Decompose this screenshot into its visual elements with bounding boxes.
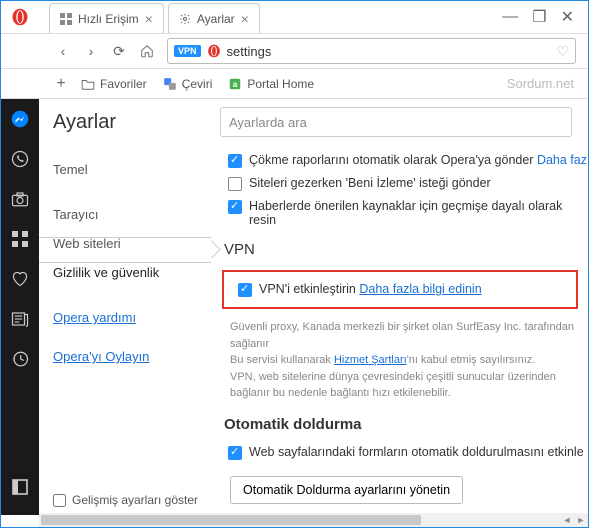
news-label: Haberlerde önerilen kaynaklar için geçmi… [249, 199, 588, 227]
autofill-forms-row[interactable]: Web sayfalarındaki formların otomatik do… [212, 445, 588, 460]
forward-button[interactable]: › [77, 37, 105, 65]
checkbox-checked-icon[interactable] [228, 200, 242, 214]
tab-speed-dial[interactable]: Hızlı Erişim × [49, 3, 164, 33]
tab-label: Hızlı Erişim [78, 12, 139, 26]
help-link[interactable]: Opera yardımı [53, 310, 211, 325]
vpn-enable-row[interactable]: VPN'i etkinleştirin Daha fazla bilgi edi… [234, 282, 568, 297]
tos-link[interactable]: Hizmet Şartları [334, 354, 407, 366]
tab-settings[interactable]: Ayarlar × [168, 3, 260, 33]
content-area: Ayarlar Temel Tarayıcı Web siteleri Gizl… [1, 99, 588, 515]
reload-button[interactable]: ⟳ [105, 37, 133, 65]
checkbox-checked-icon[interactable] [228, 446, 242, 460]
window-controls: — ❐ ✕ [488, 1, 588, 33]
add-bookmark-button[interactable]: + [49, 75, 73, 93]
tab-strip: Hızlı Erişim × Ayarlar × [39, 1, 488, 33]
vpn-heading: VPN [224, 241, 588, 258]
restore-button[interactable]: ❐ [532, 7, 546, 27]
crash-label: Çökme raporlarını otomatik olarak Opera'… [249, 153, 533, 167]
history-icon[interactable] [1, 339, 39, 379]
home-button[interactable] [133, 37, 161, 65]
news-icon[interactable] [1, 299, 39, 339]
vpn-highlight: VPN'i etkinleştirin Daha fazla bilgi edi… [222, 270, 578, 309]
settings-nav: Ayarlar Temel Tarayıcı Web siteleri Gizl… [39, 99, 211, 515]
translate-icon [163, 77, 177, 91]
svg-text:a: a [233, 79, 238, 88]
manage-autofill-button[interactable]: Otomatik Doldurma ayarlarını yönetin [230, 476, 463, 504]
vpn-badge[interactable]: VPN [174, 45, 201, 57]
vpn-learn-more-link[interactable]: Daha fazla bilgi edinin [359, 282, 481, 296]
checkbox-checked-icon[interactable] [238, 283, 252, 297]
whatsapp-icon[interactable] [1, 139, 39, 179]
panel-toggle-icon[interactable] [1, 467, 39, 507]
address-bar[interactable]: VPN ♡ [167, 38, 576, 64]
bookmark-portal[interactable]: a Portal Home [228, 77, 314, 91]
opera-icon [207, 44, 221, 58]
camera-icon[interactable] [1, 179, 39, 219]
folder-icon [81, 78, 95, 90]
bookmark-translate[interactable]: Çeviri [163, 77, 213, 91]
checkbox-icon[interactable] [228, 177, 242, 191]
autofill-heading: Otomatik doldurma [224, 416, 588, 433]
scroll-left-icon[interactable]: ◄ [560, 515, 574, 525]
horizontal-scrollbar[interactable]: ◄ ► [39, 513, 588, 527]
bookmark-label: Favoriler [100, 77, 147, 91]
page-title: Ayarlar [53, 111, 211, 134]
bookmark-heart-icon[interactable]: ♡ [556, 43, 569, 60]
advanced-label: Gelişmiş ayarları göster [72, 493, 198, 507]
settings-main: Ayarlarda ara Çökme raporlarını otomatik… [211, 99, 588, 515]
checkbox-checked-icon[interactable] [228, 154, 242, 168]
grid-icon[interactable] [1, 219, 39, 259]
gear-icon [179, 13, 191, 25]
left-sidebar [1, 99, 39, 515]
messenger-icon[interactable] [1, 99, 39, 139]
address-input[interactable] [227, 44, 557, 59]
dnt-label: Siteleri gezerken 'Beni İzleme' isteği g… [249, 176, 491, 190]
tab-label: Ayarlar [197, 12, 235, 26]
advanced-checkbox[interactable] [53, 494, 66, 507]
titlebar: Hızlı Erişim × Ayarlar × — ❐ ✕ [1, 1, 588, 33]
vpn-enable-label: VPN'i etkinleştirin [259, 282, 356, 296]
portal-icon: a [228, 77, 242, 91]
minimize-button[interactable]: — [502, 8, 518, 26]
navbar: ‹ › ⟳ VPN ♡ [1, 33, 588, 69]
bookmark-label: Çeviri [182, 77, 213, 91]
vpn-description: Güvenli proxy, Kanada merkezli bir şirke… [212, 319, 588, 402]
advanced-toggle-row[interactable]: Gelişmiş ayarları göster [53, 493, 211, 507]
crash-report-row[interactable]: Çökme raporlarını otomatik olarak Opera'… [212, 153, 588, 168]
settings-search[interactable]: Ayarlarda ara [220, 107, 572, 137]
nav-item-websites[interactable]: Web siteleri [53, 236, 211, 251]
heart-icon[interactable] [1, 259, 39, 299]
close-window-button[interactable]: ✕ [561, 7, 574, 27]
nav-item-privacy[interactable]: Gizlilik ve güvenlik [53, 265, 211, 280]
autofill-forms-label: Web sayfalarındaki formların otomatik do… [249, 445, 584, 459]
bookmark-bar: + Favoriler Çeviri a Portal Home Sordum.… [1, 69, 588, 99]
scroll-right-icon[interactable]: ► [574, 515, 588, 525]
dnt-row[interactable]: Siteleri gezerken 'Beni İzleme' isteği g… [212, 176, 588, 191]
news-sources-row[interactable]: Haberlerde önerilen kaynaklar için geçmi… [212, 199, 588, 227]
scrollbar-thumb[interactable] [41, 515, 421, 525]
nav-item-browser[interactable]: Tarayıcı [53, 207, 211, 222]
learn-more-link[interactable]: Daha faz [537, 153, 587, 167]
bookmark-favorites[interactable]: Favoriler [81, 77, 147, 91]
watermark: Sordum.net [507, 76, 582, 91]
nav-item-basic[interactable]: Temel [53, 162, 211, 177]
close-icon[interactable]: × [145, 12, 153, 26]
close-icon[interactable]: × [241, 12, 249, 26]
bookmark-label: Portal Home [247, 77, 314, 91]
opera-menu-icon[interactable] [1, 1, 39, 33]
search-placeholder: Ayarlarda ara [229, 115, 307, 130]
rate-link[interactable]: Opera'yı Oylayın [53, 349, 211, 364]
speed-dial-icon [60, 13, 72, 25]
back-button[interactable]: ‹ [49, 37, 77, 65]
